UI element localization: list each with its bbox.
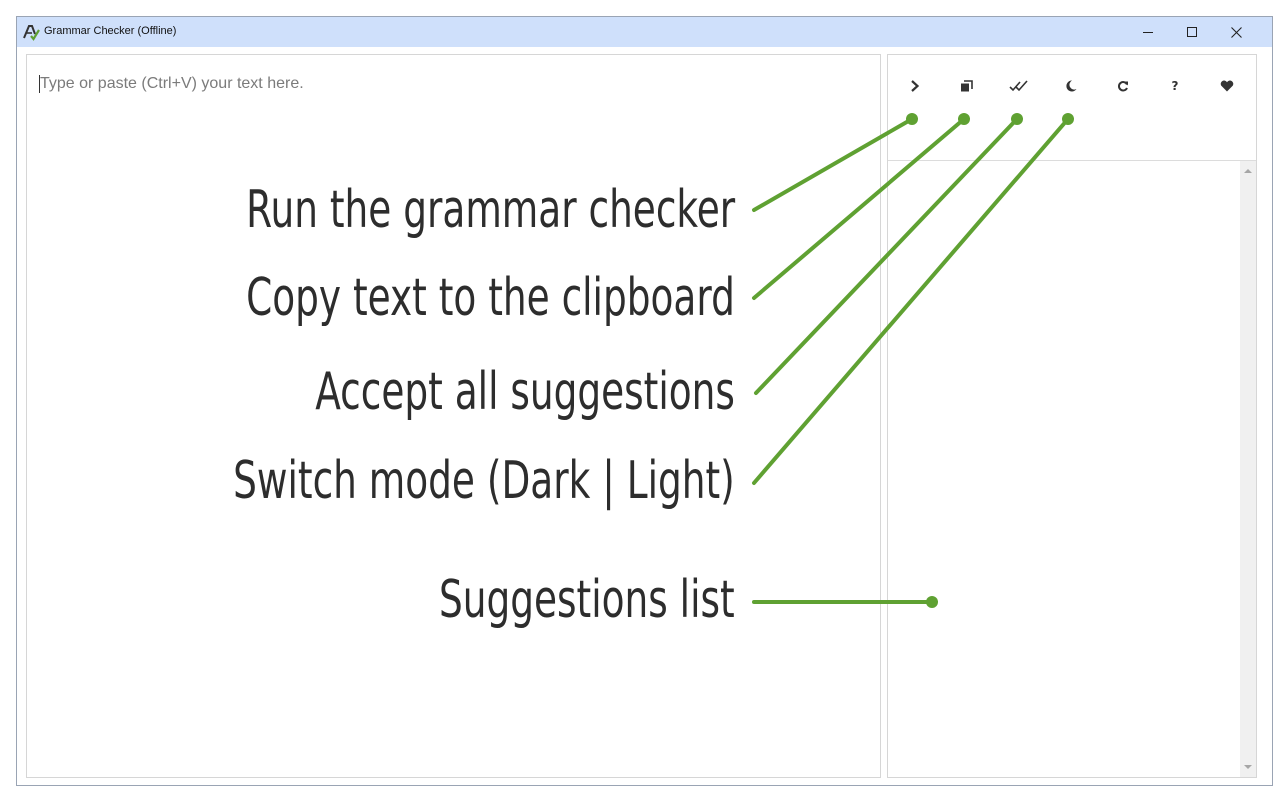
refresh-button[interactable]	[1108, 71, 1138, 101]
scroll-down-icon[interactable]	[1244, 765, 1252, 769]
refresh-icon	[1118, 81, 1128, 92]
question-icon: ?	[1171, 79, 1179, 93]
scroll-up-icon[interactable]	[1244, 169, 1252, 173]
favorite-button[interactable]	[1212, 71, 1242, 101]
maximize-button[interactable]	[1169, 17, 1215, 47]
toolbar: ?	[888, 55, 1256, 160]
help-button[interactable]: ?	[1160, 71, 1190, 101]
title-bar[interactable]: Grammar Checker (Offline)	[17, 17, 1272, 47]
close-icon	[1230, 26, 1242, 38]
minimize-button[interactable]	[1125, 17, 1171, 47]
switch-mode-button[interactable]	[1056, 71, 1086, 101]
run-checker-button[interactable]	[900, 71, 930, 101]
chevron-right-icon	[911, 80, 920, 92]
suggestions-scrollbar[interactable]	[1240, 161, 1256, 777]
suggestions-panel: ?	[887, 54, 1257, 778]
app-window: Grammar Checker (Offline) Type or paste …	[16, 16, 1273, 786]
minimize-icon	[1143, 32, 1153, 33]
window-title: Grammar Checker (Offline)	[44, 25, 177, 37]
heart-icon	[1220, 80, 1234, 92]
copy-button[interactable]	[952, 71, 982, 101]
copy-icon	[961, 80, 973, 92]
accept-all-button[interactable]	[1004, 71, 1034, 101]
moon-icon	[1066, 80, 1077, 92]
maximize-icon	[1187, 27, 1197, 37]
suggestions-list[interactable]	[888, 161, 1256, 777]
app-logo-icon	[23, 25, 40, 41]
double-check-icon	[1009, 80, 1028, 92]
editor-placeholder: Type or paste (Ctrl+V) your text here.	[40, 75, 304, 92]
text-editor[interactable]: Type or paste (Ctrl+V) your text here.	[26, 54, 881, 778]
close-button[interactable]	[1213, 17, 1259, 47]
